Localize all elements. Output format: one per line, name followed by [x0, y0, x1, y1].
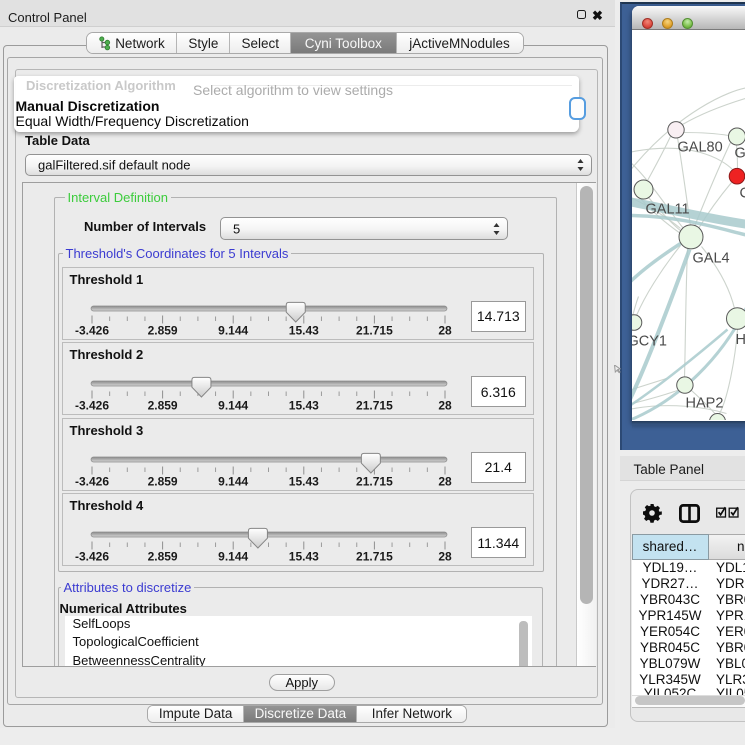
- svg-text:9.144: 9.144: [218, 398, 248, 412]
- svg-text:GAL80: GAL80: [677, 139, 722, 155]
- svg-text:28: 28: [438, 474, 452, 488]
- svg-text:2.859: 2.859: [147, 474, 177, 488]
- svg-text:9.144: 9.144: [218, 549, 248, 563]
- svg-text:15.43: 15.43: [288, 398, 318, 412]
- svg-text:GAL4: GAL4: [692, 250, 729, 266]
- svg-text:15.43: 15.43: [288, 323, 318, 337]
- svg-text:21.715: 21.715: [356, 398, 393, 412]
- svg-text:15.43: 15.43: [288, 549, 318, 563]
- svg-text:GCY1: GCY1: [632, 333, 667, 349]
- svg-text:21.715: 21.715: [356, 323, 393, 337]
- svg-text:-3.426: -3.426: [74, 398, 108, 412]
- svg-text:C: C: [739, 185, 745, 201]
- svg-text:21.715: 21.715: [356, 549, 393, 563]
- svg-text:2.859: 2.859: [147, 398, 177, 412]
- svg-text:28: 28: [438, 323, 452, 337]
- svg-text:2.859: 2.859: [147, 549, 177, 563]
- svg-text:HAP2: HAP2: [685, 395, 723, 411]
- svg-text:21.715: 21.715: [356, 474, 393, 488]
- svg-text:2.859: 2.859: [147, 323, 177, 337]
- svg-text:15.43: 15.43: [288, 474, 318, 488]
- svg-text:GA: GA: [734, 145, 745, 161]
- svg-text:28: 28: [438, 398, 452, 412]
- svg-text:9.144: 9.144: [218, 474, 248, 488]
- svg-text:28: 28: [438, 549, 452, 563]
- svg-text:HI: HI: [735, 332, 745, 348]
- svg-text:-3.426: -3.426: [74, 323, 108, 337]
- svg-text:9.144: 9.144: [218, 323, 248, 337]
- svg-text:GAL11: GAL11: [645, 201, 689, 217]
- svg-text:-3.426: -3.426: [74, 549, 108, 563]
- svg-text:-3.426: -3.426: [74, 474, 108, 488]
